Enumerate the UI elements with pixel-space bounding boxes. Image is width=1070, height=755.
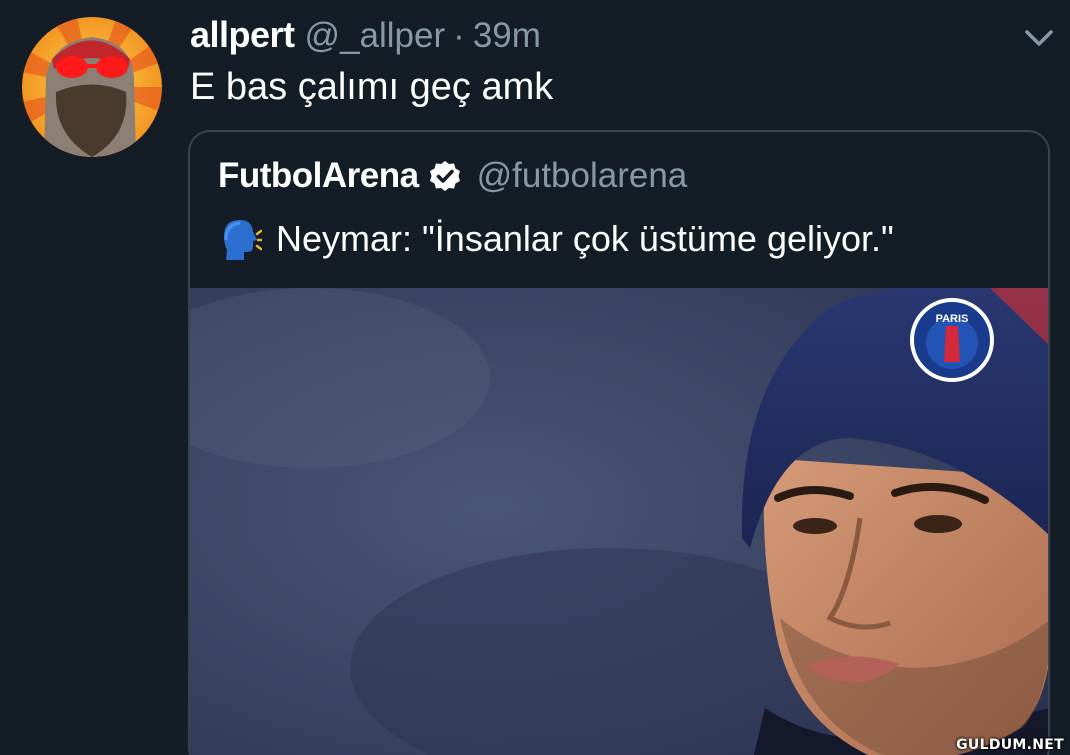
user-handle[interactable]: @_allper xyxy=(305,16,446,56)
separator-dot: · xyxy=(453,16,465,55)
quoted-tweet-photo[interactable]: PARIS xyxy=(190,288,1048,755)
quoted-tweet-card[interactable]: FutbolArena @futbolarena Neymar: "İnsanl… xyxy=(188,130,1050,755)
quoted-display-name: FutbolArena xyxy=(218,156,419,195)
timestamp[interactable]: 39m xyxy=(473,16,541,56)
watermark: GULDUM.NET xyxy=(956,737,1064,753)
tweet-header: allpert @_allper · 39m xyxy=(190,14,541,56)
chevron-down-icon[interactable] xyxy=(1022,26,1056,50)
speaking-head-icon xyxy=(224,220,262,260)
quoted-tweet-text: Neymar: "İnsanlar çok üstüme geliyor." xyxy=(218,216,894,262)
display-name[interactable]: allpert xyxy=(190,14,295,56)
bearded-man-red-glasses-avatar xyxy=(22,17,162,157)
beanie-badge-text: PARIS xyxy=(936,313,969,325)
verified-badge-icon xyxy=(429,161,460,191)
player-photo: PARIS xyxy=(190,288,1048,755)
tweet[interactable]: allpert @_allper · 39m E bas çalımı geç … xyxy=(0,0,1070,755)
quoted-tweet-header: FutbolArena @futbolarena xyxy=(218,156,687,196)
quoted-user-handle: @futbolarena xyxy=(476,156,688,195)
tweet-text: E bas çalımı geç amk xyxy=(190,66,554,108)
avatar[interactable] xyxy=(22,17,162,157)
quoted-text-label: Neymar: "İnsanlar çok üstüme geliyor." xyxy=(276,218,894,259)
